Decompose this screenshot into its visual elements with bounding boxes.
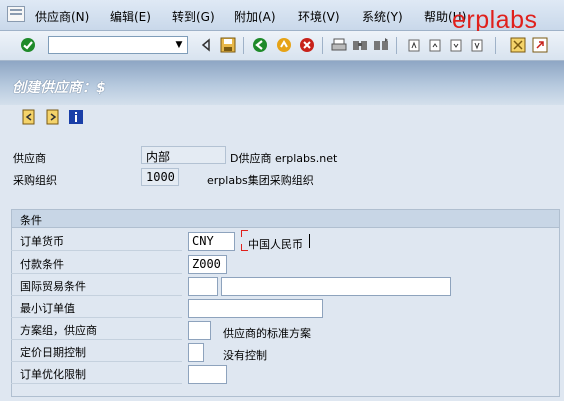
toolbar-separator (396, 37, 397, 54)
chevron-down-icon[interactable]: ▼ (172, 38, 186, 52)
payment-terms-input[interactable]: Z000 (188, 255, 227, 274)
save-icon[interactable] (220, 37, 236, 53)
text-cursor (309, 234, 310, 248)
order-currency-input[interactable]: CNY (188, 232, 235, 251)
incoterms-input[interactable] (188, 277, 218, 296)
schema-group-input[interactable] (188, 321, 211, 340)
last-page-icon[interactable] (469, 37, 485, 53)
pricing-date-control-label: 定价日期控制 (11, 344, 182, 362)
next-screen-icon[interactable] (45, 109, 61, 125)
title-bar: 创建供应商：$ (0, 61, 564, 105)
command-field[interactable]: ▼ (48, 36, 188, 54)
order-optim-limit-input[interactable] (188, 365, 227, 384)
info-icon[interactable] (68, 109, 84, 125)
page-title: 创建供应商：$ (12, 80, 106, 96)
order-optim-limit-label: 订单优化限制 (11, 366, 182, 384)
toolbar-separator (322, 37, 323, 54)
toolbar-separator (495, 37, 496, 54)
application-toolbar (0, 105, 564, 131)
previous-page-icon[interactable] (427, 37, 443, 53)
find-next-icon[interactable] (373, 37, 389, 53)
incoterms-location-input[interactable] (221, 277, 451, 296)
system-menu-icon[interactable] (7, 6, 25, 22)
next-page-icon[interactable] (448, 37, 464, 53)
order-currency-label: 订单货币 (11, 233, 182, 251)
required-marker (241, 230, 248, 237)
menu-environment[interactable]: 环境(V) (298, 8, 340, 25)
exit-icon[interactable] (276, 37, 292, 53)
order-currency-text: 中国人民币 (248, 238, 303, 251)
schema-group-label: 方案组，供应商 (11, 322, 182, 340)
purch-org-label: 采购组织 (13, 174, 57, 187)
min-order-value-label: 最小订单值 (11, 300, 182, 318)
back-arrow-small-icon[interactable] (198, 37, 214, 53)
menu-goto[interactable]: 转到(G) (172, 8, 215, 25)
pricing-date-control-text: 没有控制 (223, 349, 267, 362)
first-page-icon[interactable] (406, 37, 422, 53)
min-order-value-input[interactable] (188, 299, 323, 318)
enter-check-icon[interactable] (20, 37, 36, 53)
payment-terms-value: Z000 (192, 257, 221, 271)
new-session-icon[interactable] (510, 37, 526, 53)
find-icon[interactable] (352, 37, 368, 53)
purch-org-field: 1000 (141, 168, 179, 186)
vendor-description: D供应商 erplabs.net (230, 152, 338, 165)
menu-edit[interactable]: 编辑(E) (110, 8, 151, 25)
back-icon[interactable] (252, 37, 268, 53)
standard-toolbar: ▼ (0, 31, 564, 61)
menu-extras[interactable]: 附加(A) (234, 8, 276, 25)
order-currency-value: CNY (192, 234, 214, 248)
menu-bar: 供应商(N) 编辑(E) 转到(G) 附加(A) 环境(V) 系统(Y) 帮助(… (0, 0, 564, 34)
purch-org-value: 1000 (146, 170, 175, 184)
print-icon[interactable] (331, 37, 347, 53)
vendor-value: 内部 (146, 150, 171, 164)
cancel-icon[interactable] (299, 37, 315, 53)
conditions-group-title: 条件 (20, 214, 42, 227)
menu-system[interactable]: 系统(Y) (362, 8, 403, 25)
purch-org-description: erplabs集团采购组织 (207, 174, 314, 187)
required-marker (241, 244, 248, 251)
shortcut-icon[interactable] (532, 37, 548, 53)
incoterms-label: 国际贸易条件 (11, 278, 182, 296)
vendor-field: 内部 (141, 146, 226, 164)
pricing-date-control-input[interactable] (188, 343, 204, 362)
previous-screen-icon[interactable] (21, 109, 37, 125)
vendor-label: 供应商 (13, 152, 46, 165)
conditions-group-header: 条件 (12, 210, 559, 228)
toolbar-separator (243, 37, 244, 54)
schema-group-text: 供应商的标准方案 (223, 327, 311, 340)
menu-vendor[interactable]: 供应商(N) (35, 8, 89, 25)
payment-terms-label: 付款条件 (11, 256, 182, 274)
